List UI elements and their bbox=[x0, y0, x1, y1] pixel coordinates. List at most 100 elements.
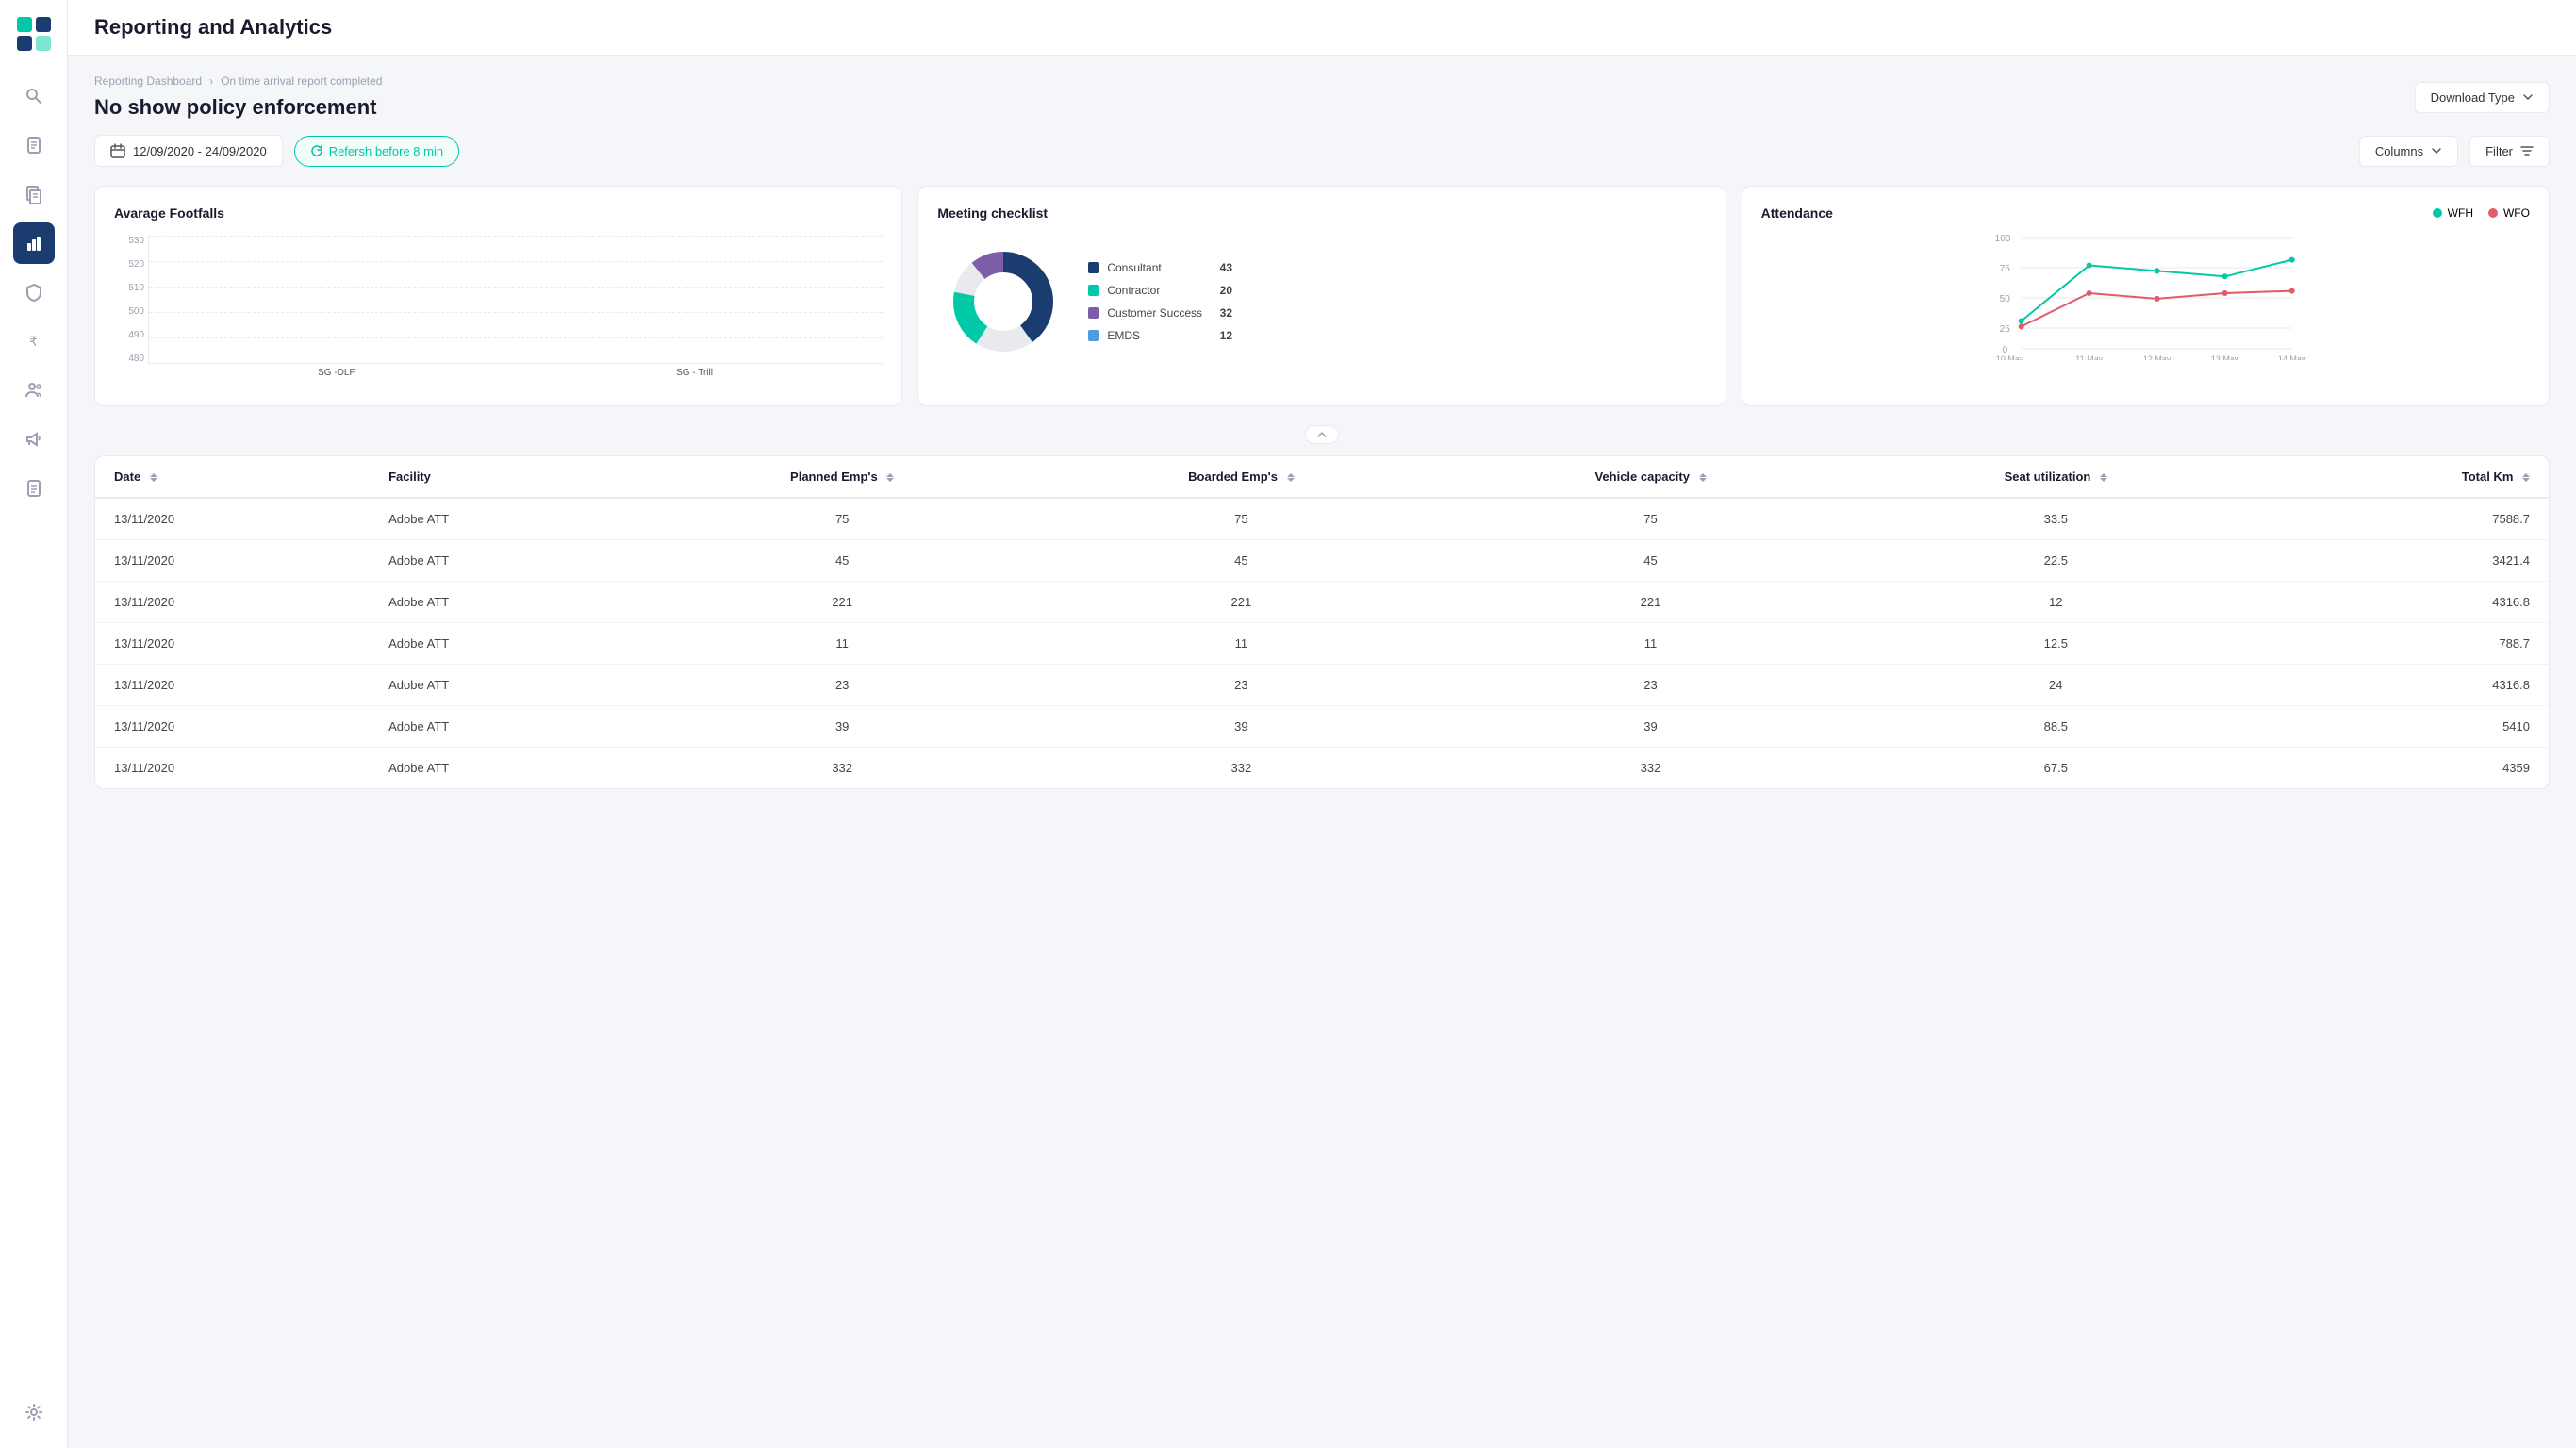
attendance-chart-title: Attendance bbox=[1761, 206, 2418, 221]
columns-button[interactable]: Columns bbox=[2359, 136, 2458, 167]
col-date[interactable]: Date bbox=[95, 456, 370, 498]
cell-seat: 24 bbox=[1859, 665, 2254, 706]
col-seat[interactable]: Seat utilization bbox=[1859, 456, 2254, 498]
col-vehicle[interactable]: Vehicle capacity bbox=[1443, 456, 1859, 498]
meeting-chart-title: Meeting checklist bbox=[937, 206, 1706, 221]
cell-boarded: 23 bbox=[1040, 665, 1442, 706]
sort-icon-boarded bbox=[1287, 473, 1295, 482]
svg-text:13 May: 13 May bbox=[2211, 354, 2239, 360]
breadcrumb-separator: › bbox=[209, 74, 213, 88]
cell-date: 13/11/2020 bbox=[95, 706, 370, 748]
date-range-button[interactable]: 12/09/2020 - 24/09/2020 bbox=[94, 135, 283, 167]
svg-text:100: 100 bbox=[1994, 234, 2010, 244]
cell-facility: Adobe ATT bbox=[370, 498, 644, 540]
breadcrumb-parent[interactable]: Reporting Dashboard bbox=[94, 74, 202, 88]
cell-seat: 12.5 bbox=[1859, 623, 2254, 665]
svg-text:10 May: 10 May bbox=[1996, 354, 2024, 360]
cell-boarded: 45 bbox=[1040, 540, 1442, 582]
refresh-label: Refersh before 8 min bbox=[329, 144, 443, 158]
col-boarded[interactable]: Boarded Emp's bbox=[1040, 456, 1442, 498]
collapse-button[interactable] bbox=[1305, 425, 1339, 444]
svg-text:12 May: 12 May bbox=[2143, 354, 2171, 360]
cell-km: 4316.8 bbox=[2253, 582, 2549, 623]
col-facility[interactable]: Facility bbox=[370, 456, 644, 498]
table-row: 13/11/2020 Adobe ATT 11 11 11 12.5 788.7 bbox=[95, 623, 2549, 665]
legend-label-emds: EMDS bbox=[1107, 329, 1140, 342]
app-title: Reporting and Analytics bbox=[94, 15, 2550, 40]
cell-date: 13/11/2020 bbox=[95, 665, 370, 706]
wfh-legend-dot bbox=[2433, 208, 2442, 218]
svg-text:25: 25 bbox=[1999, 324, 2010, 335]
search-icon[interactable] bbox=[13, 75, 55, 117]
cell-facility: Adobe ATT bbox=[370, 582, 644, 623]
sort-icon-date bbox=[150, 473, 157, 482]
cell-seat: 88.5 bbox=[1859, 706, 2254, 748]
y-label-500: 500 bbox=[114, 306, 148, 317]
breadcrumb-area: Reporting Dashboard › On time arrival re… bbox=[94, 74, 382, 120]
cell-seat: 67.5 bbox=[1859, 748, 2254, 789]
filter-button[interactable]: Filter bbox=[2469, 136, 2550, 167]
sort-icon-seat bbox=[2100, 473, 2107, 482]
cell-vehicle: 332 bbox=[1443, 748, 1859, 789]
download-type-label: Download Type bbox=[2431, 90, 2515, 105]
sort-icon-planned bbox=[886, 473, 894, 482]
people-icon[interactable] bbox=[13, 370, 55, 411]
wfo-legend: WFO bbox=[2488, 206, 2530, 220]
footfalls-chart-card: Avarage Footfalls 530 520 510 500 490 48… bbox=[94, 186, 902, 406]
col-km[interactable]: Total Km bbox=[2253, 456, 2549, 498]
legend-dot-emds bbox=[1088, 330, 1099, 341]
wfo-dot-4 bbox=[2221, 290, 2227, 296]
cell-vehicle: 221 bbox=[1443, 582, 1859, 623]
y-label-520: 520 bbox=[114, 259, 148, 270]
legend-item-consultant: Consultant 43 bbox=[1088, 261, 1232, 274]
wfh-dot-5 bbox=[2288, 257, 2294, 263]
col-planned[interactable]: Planned Emp's bbox=[644, 456, 1040, 498]
table-row: 13/11/2020 Adobe ATT 45 45 45 22.5 3421.… bbox=[95, 540, 2549, 582]
cell-planned: 45 bbox=[644, 540, 1040, 582]
megaphone-icon[interactable] bbox=[13, 419, 55, 460]
donut-container: Consultant 43 Contractor 20 Customer Suc… bbox=[937, 236, 1706, 368]
legend-item-customersuccess: Customer Success 32 bbox=[1088, 306, 1232, 320]
cell-km: 5410 bbox=[2253, 706, 2549, 748]
cell-seat: 33.5 bbox=[1859, 498, 2254, 540]
header: Reporting and Analytics bbox=[68, 0, 2576, 56]
rupee-icon[interactable]: ₹ bbox=[13, 321, 55, 362]
columns-label: Columns bbox=[2375, 144, 2423, 158]
wfh-dot-1 bbox=[2018, 319, 2023, 324]
legend-count-consultant: 43 bbox=[1210, 261, 1232, 274]
download-type-button[interactable]: Download Type bbox=[2415, 82, 2550, 113]
table-row: 13/11/2020 Adobe ATT 75 75 75 33.5 7588.… bbox=[95, 498, 2549, 540]
shield-icon[interactable] bbox=[13, 272, 55, 313]
wfh-dot-4 bbox=[2221, 273, 2227, 279]
cell-km: 7588.7 bbox=[2253, 498, 2549, 540]
report-icon[interactable] bbox=[13, 468, 55, 509]
meeting-chart-card: Meeting checklist bbox=[917, 186, 1726, 406]
app-logo[interactable] bbox=[15, 15, 53, 53]
legend-label-customersuccess: Customer Success bbox=[1107, 306, 1202, 320]
table-header: Date Facility Planned Emp's bbox=[95, 456, 2549, 498]
data-table: Date Facility Planned Emp's bbox=[94, 455, 2550, 789]
legend-dot-contractor bbox=[1088, 285, 1099, 296]
page-body: Reporting Dashboard › On time arrival re… bbox=[68, 56, 2576, 1448]
bar-xlabel-sgtrill: SG - Trill bbox=[535, 368, 855, 387]
sort-icon-km bbox=[2522, 473, 2530, 482]
cell-date: 13/11/2020 bbox=[95, 623, 370, 665]
cell-boarded: 11 bbox=[1040, 623, 1442, 665]
svg-text:75: 75 bbox=[1999, 264, 2010, 274]
y-label-480: 480 bbox=[114, 354, 148, 364]
bar-xlabel-sgdlf: SG -DLF bbox=[176, 368, 497, 387]
document2-icon[interactable] bbox=[13, 173, 55, 215]
y-label-530: 530 bbox=[114, 236, 148, 246]
legend-label-contractor: Contractor bbox=[1107, 284, 1160, 297]
cell-km: 4316.8 bbox=[2253, 665, 2549, 706]
svg-text:₹: ₹ bbox=[29, 334, 38, 349]
cell-km: 4359 bbox=[2253, 748, 2549, 789]
wfo-dot-3 bbox=[2154, 296, 2159, 302]
donut-legend: Consultant 43 Contractor 20 Customer Suc… bbox=[1088, 261, 1232, 342]
cell-km: 788.7 bbox=[2253, 623, 2549, 665]
refresh-button[interactable]: Refersh before 8 min bbox=[294, 136, 459, 167]
wfo-dot-2 bbox=[2086, 290, 2091, 296]
settings-icon[interactable] bbox=[13, 1391, 55, 1433]
analytics-icon[interactable] bbox=[13, 222, 55, 264]
document-icon[interactable] bbox=[13, 124, 55, 166]
